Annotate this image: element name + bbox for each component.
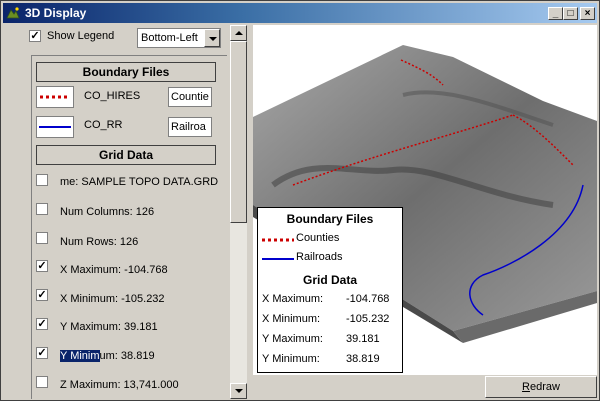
grid-item-label: X Minimum: -105.232 [60, 293, 165, 305]
grid-item-checkbox[interactable]: ✓ [36, 260, 48, 272]
options-scrollbar[interactable] [230, 25, 247, 399]
grid-item-checkbox[interactable] [36, 203, 48, 215]
legend-row-value: -105.232 [346, 313, 390, 325]
checkmark-icon: ✓ [37, 260, 47, 272]
redraw-button[interactable]: Redraw [485, 376, 597, 398]
grid-item-label-rest: um: 38.819 [99, 350, 155, 362]
co-hires-swatch[interactable] [36, 86, 74, 108]
grid-item-checkbox[interactable] [36, 174, 48, 186]
legend-row-value: 39.181 [346, 333, 380, 345]
minimize-icon: _ [552, 8, 559, 19]
close-icon: × [584, 8, 591, 19]
grid-item-label: me: SAMPLE TOPO DATA.GRD [60, 176, 219, 188]
maximize-button[interactable]: □ [563, 7, 578, 20]
grid-item-label[interactable]: Y Minimum: 38.819 [60, 350, 155, 362]
grid-item-checkbox[interactable]: ✓ [36, 347, 48, 359]
legend-row-key: X Minimum: [262, 313, 321, 325]
scroll-thumb[interactable] [230, 41, 247, 223]
legend-position-value: Bottom-Left [141, 32, 198, 44]
solid-line-icon [262, 258, 294, 260]
legend-row-key: Y Maximum: [262, 333, 323, 345]
grid-item-checkbox[interactable] [36, 376, 48, 388]
boundary-files-header: Boundary Files [36, 62, 216, 82]
title-bar[interactable]: 3D Display _ □ × [3, 3, 597, 23]
legend-entry-label: Railroads [296, 251, 343, 263]
grid-item-label: Z Maximum: 13,741.000 [60, 379, 179, 391]
legend-entry-label: Counties [296, 232, 340, 244]
window-title: 3D Display [25, 6, 87, 20]
grid-item-label: X Maximum: -104.768 [60, 264, 168, 276]
scroll-down-button[interactable] [230, 383, 247, 399]
grid-item-checkbox[interactable]: ✓ [36, 289, 48, 301]
maximize-icon: □ [567, 8, 574, 19]
grid-item-checkbox[interactable]: ✓ [36, 318, 48, 330]
co-hires-label-input[interactable]: Countie [168, 87, 212, 107]
legend-row-key: Y Minimum: [262, 353, 320, 365]
grid-item-label: Num Columns: 126 [60, 206, 155, 218]
dotted-line-icon [40, 95, 70, 99]
scroll-up-button[interactable] [230, 25, 247, 41]
co-hires-name: CO_HIRES [84, 90, 141, 102]
co-rr-name: CO_RR [84, 119, 123, 131]
options-pane: ✓ Show Legend Bottom-Left Boundary Files… [19, 25, 229, 399]
dotted-line-icon [262, 238, 294, 242]
solid-line-icon [39, 126, 71, 128]
redraw-accel: R [522, 381, 530, 393]
co-rr-swatch[interactable] [36, 116, 74, 138]
checkmark-icon: ✓ [37, 289, 47, 301]
app-window: 3D Display _ □ × ✓ Show Legend Bottom-Le… [0, 0, 600, 401]
redraw-label: edraw [529, 381, 560, 393]
checkmark-icon: ✓ [30, 30, 40, 42]
co-rr-label-input[interactable]: Railroa [168, 117, 212, 137]
show-legend-checkbox[interactable]: ✓ [29, 30, 41, 42]
selected-text: Y Minim [60, 350, 100, 362]
legend-grid-title: Grid Data [302, 273, 357, 287]
legend-items-panel: Boundary Files CO_HIRES Countie CO_RR Ra… [31, 55, 227, 399]
app-icon [6, 7, 20, 19]
bottom-bar [253, 375, 485, 399]
grid-data-header: Grid Data [36, 145, 216, 165]
legend-row-key: X Maximum: [262, 293, 324, 305]
grid-item-checkbox[interactable] [36, 232, 48, 244]
checkmark-icon: ✓ [37, 347, 47, 359]
close-button[interactable]: × [580, 7, 595, 20]
grid-item-label: Num Rows: 126 [60, 236, 139, 248]
map-legend: Boundary Files Counties Railroads Grid D… [257, 207, 403, 373]
legend-row-value: 38.819 [346, 353, 380, 365]
minimize-button[interactable]: _ [548, 7, 563, 20]
grid-item-label: Y Maximum: 39.181 [60, 321, 158, 333]
show-legend-label: Show Legend [47, 30, 115, 42]
legend-row-value: -104.768 [346, 293, 390, 305]
legend-boundary-title: Boundary Files [286, 212, 374, 226]
checkmark-icon: ✓ [37, 318, 47, 330]
chevron-down-icon[interactable] [204, 29, 220, 47]
legend-position-select[interactable]: Bottom-Left [137, 28, 221, 48]
